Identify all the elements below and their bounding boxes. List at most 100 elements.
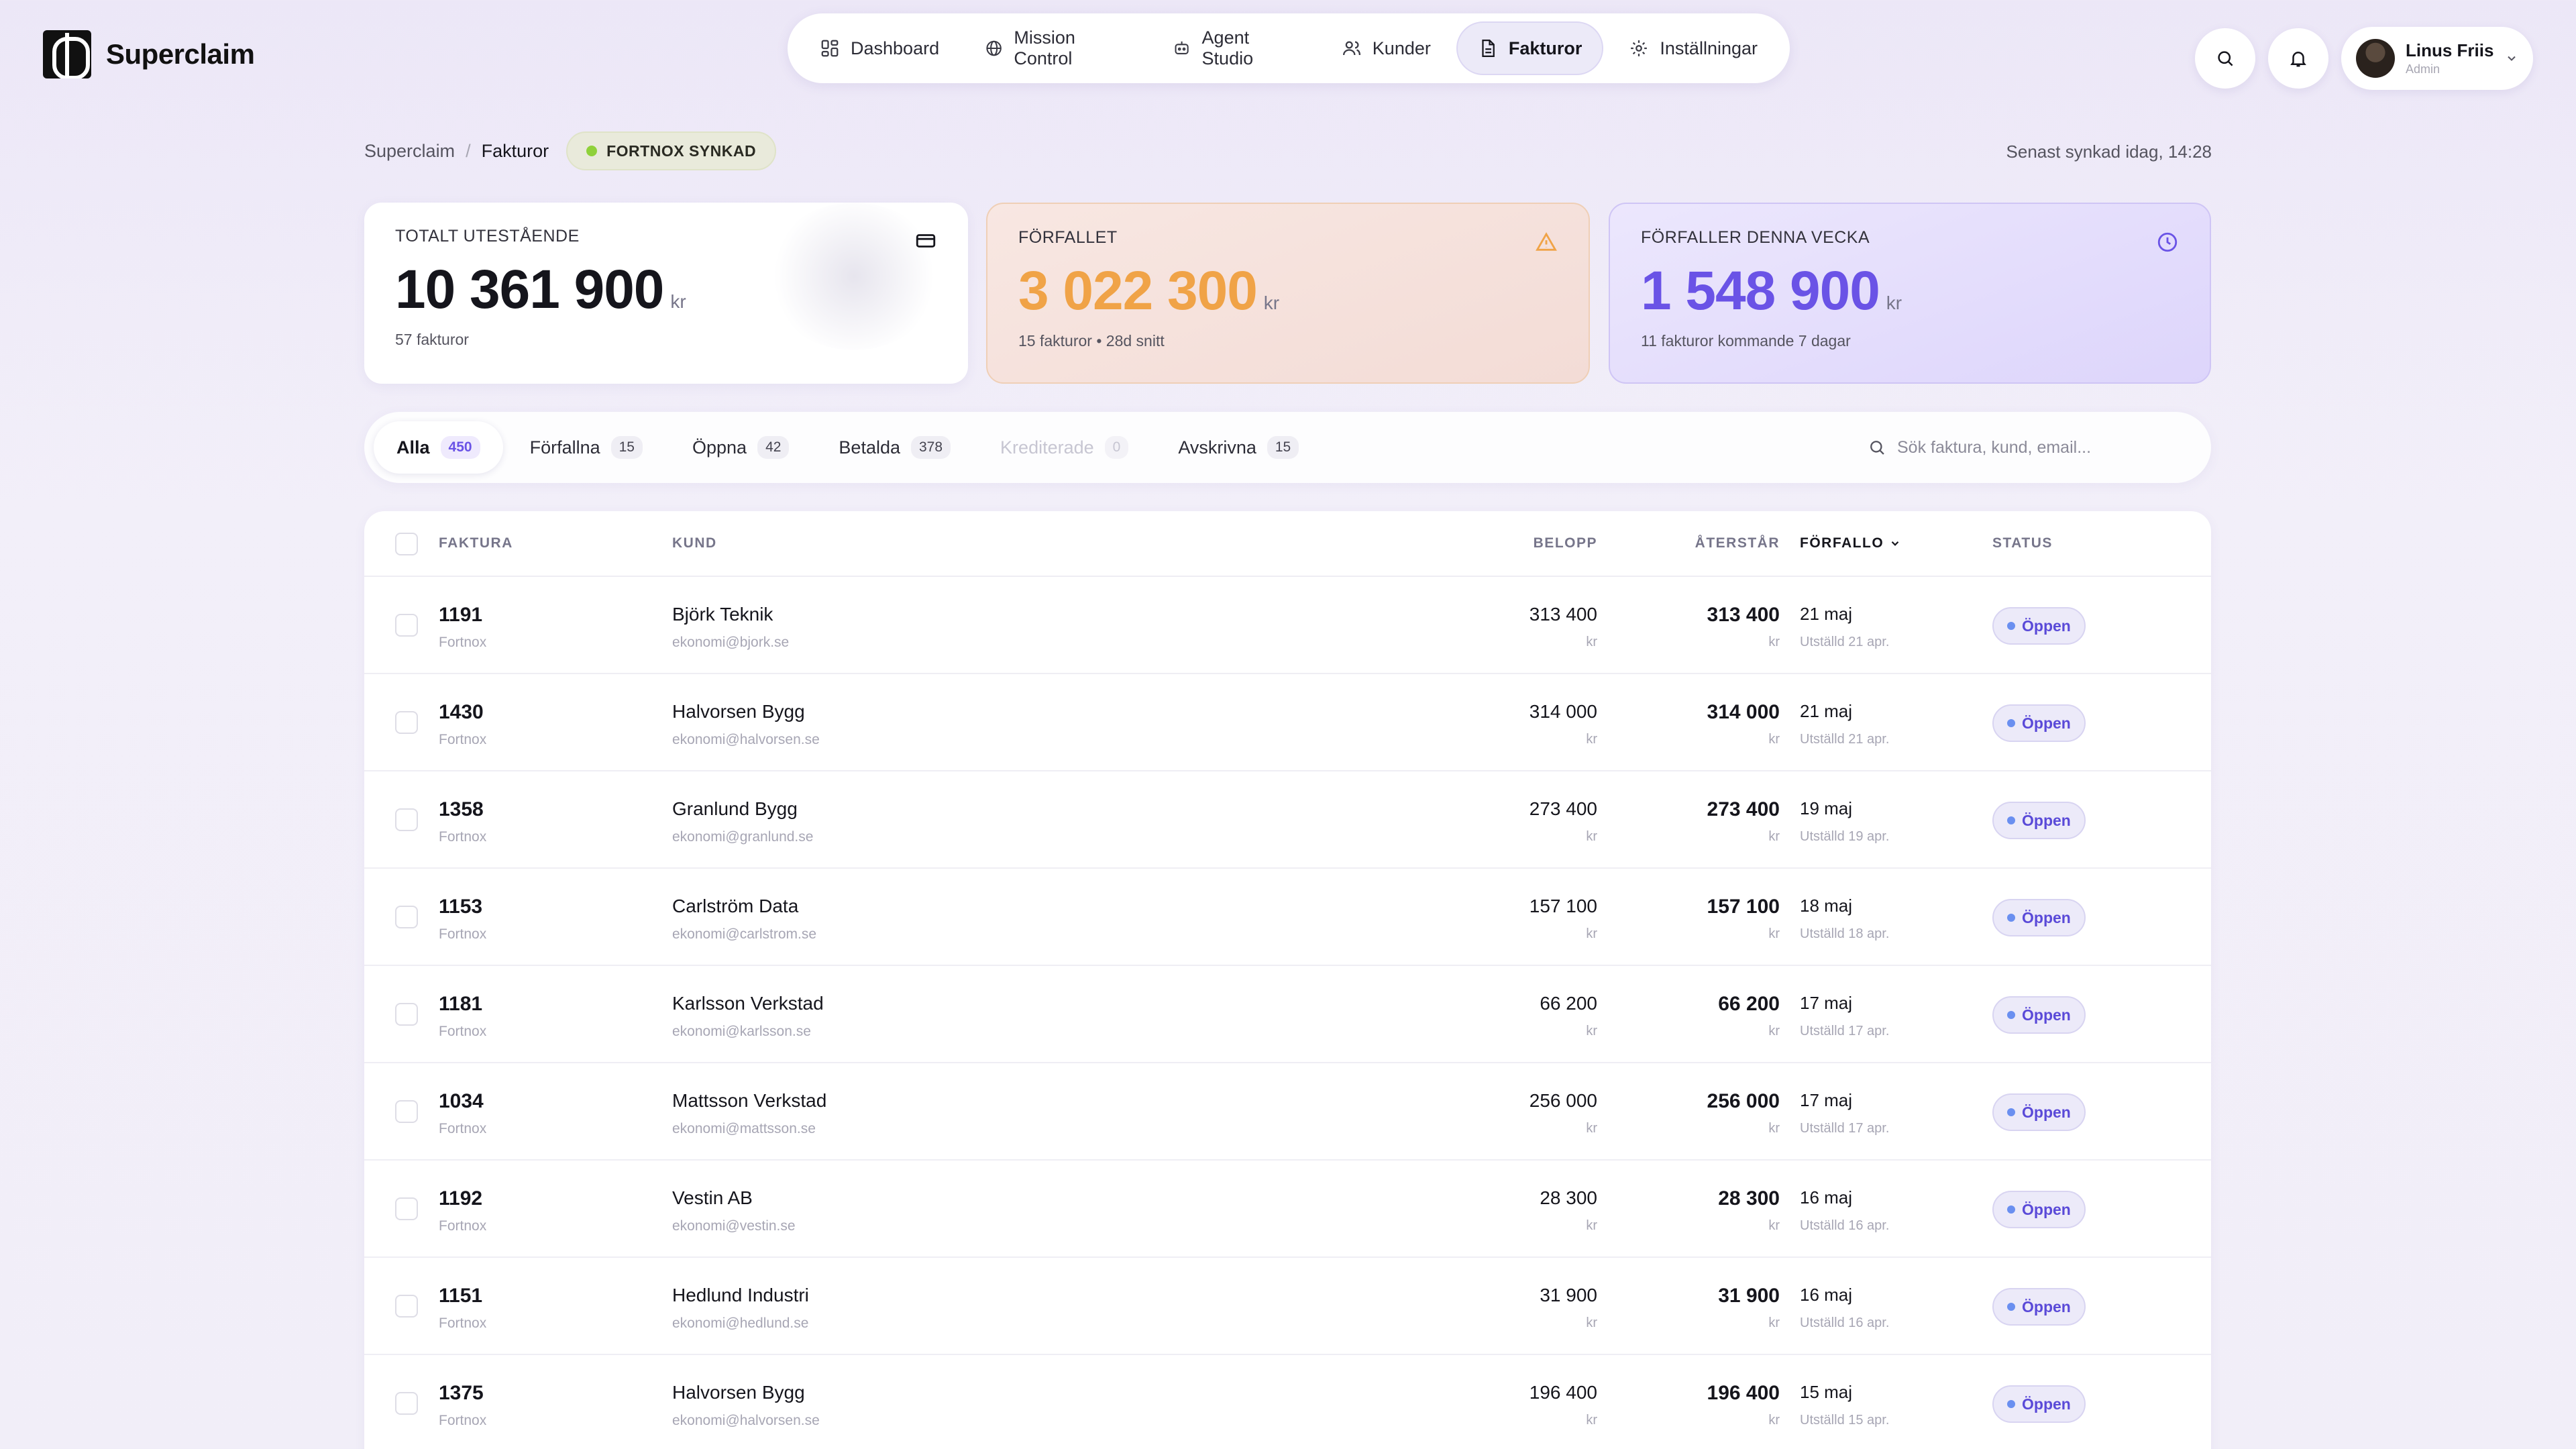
search-button[interactable] — [2195, 28, 2255, 89]
table-row[interactable]: 1153 Fortnox Carlström Data ekonomi@carl… — [364, 869, 2211, 966]
row-checkbox[interactable] — [395, 906, 418, 928]
summary-card-overdue[interactable]: FÖRFALLET 3 022 300 kr 15 fakturor • 28d… — [986, 203, 1590, 384]
tab-label: Förfallna — [529, 437, 600, 458]
card-amount: 3 022 300 — [1018, 260, 1258, 321]
due-date: 17 maj — [1800, 993, 1853, 1013]
nav-item-mission-control[interactable]: Mission Control — [965, 21, 1147, 75]
card-value: 1 548 900 kr — [1641, 260, 2179, 323]
table-row[interactable]: 1034 Fortnox Mattsson Verkstad ekonomi@m… — [364, 1063, 2211, 1161]
invoice-number: 1375 — [439, 1382, 484, 1404]
customer-email: ekonomi@halvorsen.se — [672, 1413, 820, 1428]
grid-icon — [821, 40, 839, 57]
row-checkbox[interactable] — [395, 808, 418, 831]
tab-krediterade[interactable]: Krediterade 0 — [977, 421, 1151, 474]
summary-card-due-this-week[interactable]: FÖRFALLER DENNA VECKA 1 548 900 kr 11 fa… — [1609, 203, 2211, 384]
table-row[interactable]: 1191 Fortnox Björk Teknik ekonomi@bjork.… — [364, 577, 2211, 674]
nav-item-dashboard[interactable]: Dashboard — [800, 21, 959, 75]
tab-forfallna[interactable]: Förfallna 15 — [507, 421, 665, 474]
status-badge: Öppen — [1992, 607, 2086, 645]
issued-date: Utställd 21 apr. — [1800, 732, 1890, 747]
invoice-source: Fortnox — [439, 926, 487, 942]
invoice-number: 1034 — [439, 1090, 484, 1112]
customer-name: Karlsson Verkstad — [672, 993, 824, 1014]
remaining-unit: kr — [1768, 1218, 1780, 1233]
invoice-number: 1191 — [439, 604, 483, 626]
status-label: Öppen — [2022, 714, 2071, 732]
column-header-customer[interactable]: KUND — [672, 535, 717, 551]
nav-item-fakturor[interactable]: Fakturor — [1456, 21, 1604, 75]
remaining-amount: 66 200 — [1718, 993, 1780, 1015]
amount-unit: kr — [1586, 1316, 1597, 1330]
sync-status-badge: FORTNOX SYNKAD — [566, 131, 777, 170]
customer-name: Halvorsen Bygg — [672, 701, 805, 722]
credit-card-icon — [916, 234, 936, 248]
nav-item-agent-studio[interactable]: Agent Studio — [1152, 21, 1316, 75]
summary-card-total[interactable]: TOTALT UTESTÅENDE 10 361 900 kr 57 faktu… — [364, 203, 968, 384]
status-dot — [2007, 1108, 2015, 1116]
invoice-table: FAKTURA KUND BELOPP ÅTERSTÅR FÖRFALLO ST… — [364, 511, 2211, 1449]
issued-date: Utställd 19 apr. — [1800, 829, 1890, 844]
amount-unit: kr — [1586, 1024, 1597, 1038]
search-input[interactable]: Sök faktura, kund, email... — [1809, 412, 2211, 483]
amount-unit: kr — [1586, 1218, 1597, 1233]
invoice-source: Fortnox — [439, 635, 487, 650]
row-checkbox[interactable] — [395, 1003, 418, 1026]
status-label: Öppen — [2022, 1006, 2071, 1024]
chevron-down-icon — [1891, 541, 1899, 546]
status-dot — [2007, 1011, 2015, 1019]
breadcrumb-root[interactable]: Superclaim — [364, 141, 455, 162]
nav-item-kunder[interactable]: Kunder — [1322, 21, 1451, 75]
app-logo[interactable]: Superclaim — [43, 30, 255, 78]
issued-date: Utställd 16 apr. — [1800, 1316, 1890, 1330]
column-header-amount[interactable]: BELOPP — [1534, 535, 1597, 551]
invoice-filter-tabs: Alla 450 Förfallna 15 Öppna 42 Betalda 3… — [364, 412, 2211, 483]
remaining-unit: kr — [1768, 1413, 1780, 1428]
status-badge: Öppen — [1992, 996, 2086, 1034]
tab-avskrivna[interactable]: Avskrivna 15 — [1155, 421, 1322, 474]
tab-oppna[interactable]: Öppna 42 — [669, 421, 812, 474]
remaining-unit: kr — [1768, 732, 1780, 747]
card-value: 3 022 300 kr — [1018, 260, 1558, 323]
table-row[interactable]: 1430 Fortnox Halvorsen Bygg ekonomi@halv… — [364, 674, 2211, 771]
row-checkbox[interactable] — [395, 614, 418, 637]
row-checkbox[interactable] — [395, 1100, 418, 1123]
table-row[interactable]: 1181 Fortnox Karlsson Verkstad ekonomi@k… — [364, 966, 2211, 1063]
column-header-remaining[interactable]: ÅTERSTÅR — [1695, 535, 1780, 551]
tab-count: 0 — [1104, 436, 1129, 459]
row-checkbox[interactable] — [395, 711, 418, 734]
tab-label: Alla — [396, 437, 430, 458]
row-checkbox[interactable] — [395, 1392, 418, 1415]
main-nav: Dashboard Mission Control Agent Studio K… — [788, 13, 1790, 83]
row-checkbox[interactable] — [395, 1197, 418, 1220]
column-header-status[interactable]: STATUS — [1992, 535, 2053, 551]
table-row[interactable]: 1192 Fortnox Vestin AB ekonomi@vestin.se… — [364, 1161, 2211, 1258]
row-checkbox[interactable] — [395, 1295, 418, 1318]
warning-icon — [1536, 232, 1557, 251]
invoice-number: 1192 — [439, 1187, 483, 1210]
status-dot — [2007, 1205, 2015, 1214]
logo-mark-icon — [43, 30, 91, 78]
tab-betalda[interactable]: Betalda 378 — [816, 421, 973, 474]
column-header-due[interactable]: FÖRFALLO — [1800, 535, 1901, 551]
due-date: 15 maj — [1800, 1382, 1853, 1402]
invoice-source: Fortnox — [439, 1218, 487, 1234]
nav-item-installningar[interactable]: Inställningar — [1609, 21, 1778, 75]
status-badge: Öppen — [1992, 1288, 2086, 1326]
select-all-checkbox[interactable] — [395, 533, 418, 555]
user-menu[interactable]: Linus Friis Admin — [2341, 27, 2533, 90]
notifications-button[interactable] — [2268, 28, 2328, 89]
card-unit: kr — [1886, 292, 1902, 313]
invoice-amount: 273 400 — [1529, 798, 1597, 819]
card-subtitle: 11 fakturor kommande 7 dagar — [1641, 332, 1851, 350]
tab-count: 42 — [757, 436, 790, 459]
table-row[interactable]: 1375 Fortnox Halvorsen Bygg ekonomi@halv… — [364, 1355, 2211, 1449]
table-row[interactable]: 1151 Fortnox Hedlund Industri ekonomi@he… — [364, 1258, 2211, 1355]
customer-name: Carlström Data — [672, 896, 799, 916]
table-row[interactable]: 1358 Fortnox Granlund Bygg ekonomi@granl… — [364, 771, 2211, 869]
card-unit: kr — [670, 291, 686, 312]
column-header-invoice[interactable]: FAKTURA — [439, 535, 513, 551]
status-dot — [2007, 816, 2015, 824]
tab-alla[interactable]: Alla 450 — [374, 421, 503, 474]
customer-email: ekonomi@vestin.se — [672, 1218, 796, 1234]
customer-email: ekonomi@bjork.se — [672, 635, 790, 650]
